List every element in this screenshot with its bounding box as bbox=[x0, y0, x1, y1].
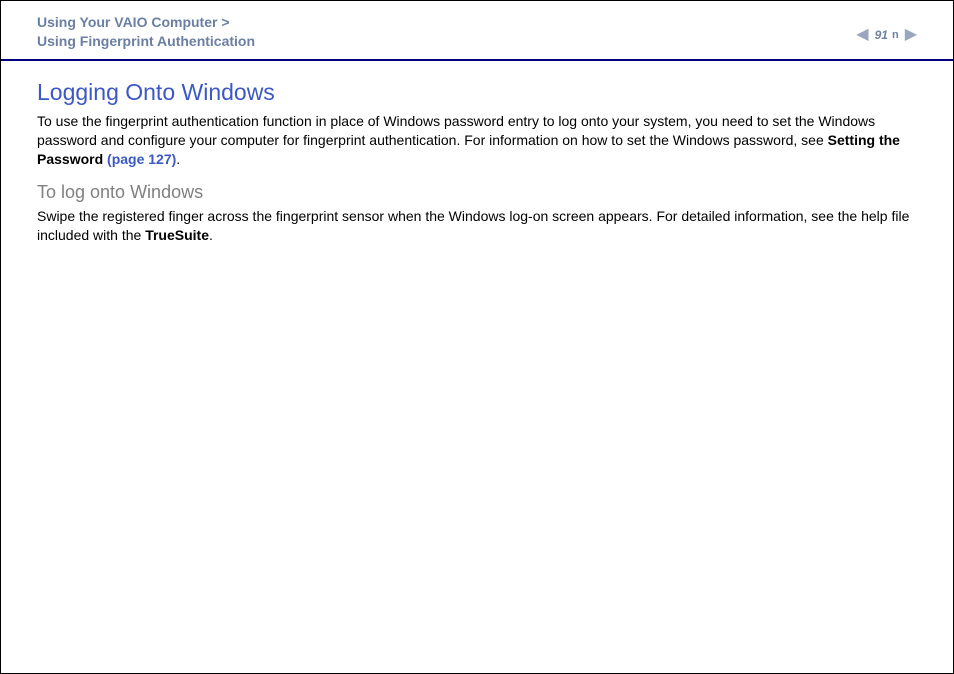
page-navigation: ◀ 91 n ▶ bbox=[856, 27, 917, 43]
document-page: Using Your VAIO Computer > Using Fingerp… bbox=[0, 0, 954, 674]
para2-end: . bbox=[209, 227, 213, 243]
breadcrumb: Using Your VAIO Computer > Using Fingerp… bbox=[37, 13, 255, 51]
para2-bold: TrueSuite bbox=[145, 227, 209, 243]
next-page-icon[interactable]: ▶ bbox=[905, 27, 917, 43]
breadcrumb-line-2: Using Fingerprint Authentication bbox=[37, 32, 255, 51]
section-title: Logging Onto Windows bbox=[37, 79, 917, 106]
page-header: Using Your VAIO Computer > Using Fingerp… bbox=[1, 1, 953, 61]
subsection-title: To log onto Windows bbox=[37, 182, 917, 203]
page-number: 91 bbox=[875, 28, 888, 42]
page-127-link[interactable]: (page 127) bbox=[107, 151, 176, 167]
instruction-paragraph: Swipe the registered finger across the f… bbox=[37, 207, 917, 245]
para1-end: . bbox=[176, 151, 180, 167]
breadcrumb-line-1: Using Your VAIO Computer > bbox=[37, 13, 255, 32]
intro-paragraph: To use the fingerprint authentication fu… bbox=[37, 112, 917, 169]
prev-page-icon[interactable]: ◀ bbox=[856, 27, 868, 43]
para1-text-a: To use the fingerprint authentication fu… bbox=[37, 113, 875, 148]
n-marker: n bbox=[892, 29, 899, 41]
page-body: Logging Onto Windows To use the fingerpr… bbox=[1, 61, 953, 245]
